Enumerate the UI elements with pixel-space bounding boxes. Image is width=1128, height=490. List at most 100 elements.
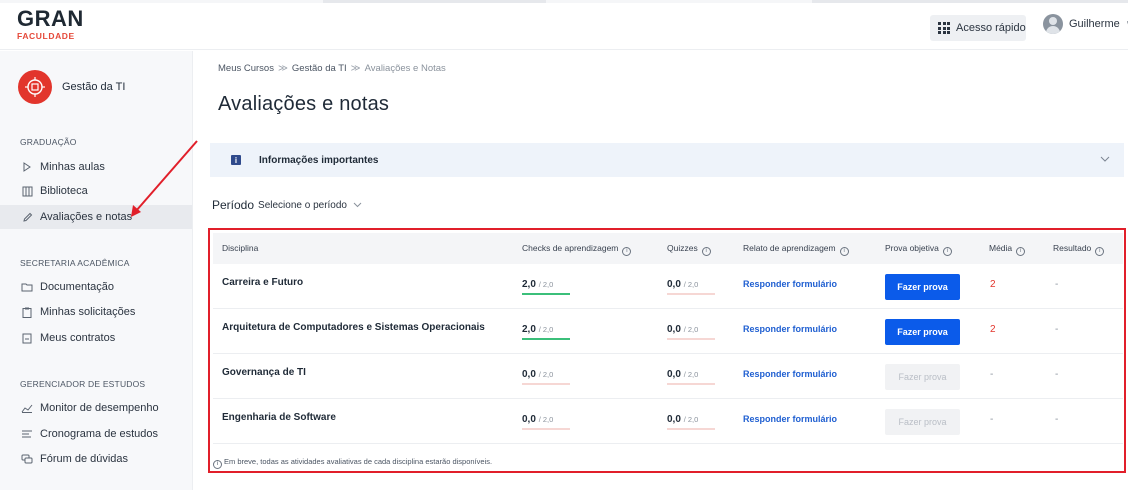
result-value: - [1055, 414, 1059, 425]
info-icon: i [231, 155, 241, 165]
help-icon[interactable]: i [1095, 247, 1105, 256]
chat-icon [21, 453, 33, 465]
sidebar-item-avaliacoes-e-notas[interactable]: Avaliações e notas [0, 205, 192, 229]
result-value: - [1055, 324, 1059, 335]
grades-table: Disciplina Checks de aprendizagem i Quizz… [208, 228, 1126, 473]
table-footnote: i Em breve, todas as atividades avaliativ… [213, 457, 492, 469]
header-resultado: Resultado i [1053, 243, 1105, 256]
discipline-name: Governança de TI [222, 367, 306, 378]
help-icon[interactable]: i [622, 247, 632, 256]
schedule-icon [21, 428, 33, 440]
folder-icon [21, 281, 33, 293]
quizzes-score: 0,0 / 2,0 [667, 369, 699, 380]
breadcrumb-gestao-da-ti[interactable]: Gestão da TI [292, 63, 347, 74]
sidebar-item-forum-de-duvidas[interactable]: Fórum de dúvidas [0, 447, 192, 471]
checks-progress-bar [522, 428, 570, 430]
table-row: Engenharia de Software 0,0 / 2,0 0,0 / 2… [213, 399, 1123, 444]
chevron-down-icon[interactable] [353, 200, 362, 210]
sidebar-item-minhas-solicitacoes[interactable]: Minhas solicitações [0, 300, 192, 324]
help-icon[interactable]: i [1016, 247, 1026, 256]
sidebar-item-label: Minhas aulas [40, 161, 105, 173]
checks-score: 2,0 / 2,0 [522, 324, 554, 335]
respond-form-link[interactable]: Responder formulário [743, 369, 837, 379]
sidebar-item-monitor-de-desempenho[interactable]: Monitor de desempenho [0, 396, 192, 420]
header-media: Média i [989, 243, 1026, 256]
respond-form-link[interactable]: Responder formulário [743, 414, 837, 424]
discipline-name: Engenharia de Software [222, 412, 336, 423]
quizzes-score: 0,0 / 2,0 [667, 279, 699, 290]
checks-progress-bar [522, 383, 570, 385]
discipline-name: Carreira e Futuro [222, 277, 304, 288]
quizzes-progress-bar [667, 383, 715, 385]
avatar-icon [1043, 14, 1063, 34]
sidebar-item-label: Fórum de dúvidas [40, 453, 129, 465]
checks-score: 0,0 / 2,0 [522, 414, 554, 425]
sidebar-item-label: Minhas solicitações [40, 306, 136, 318]
checks-progress-bar [522, 338, 570, 340]
gran-logo[interactable]: GRAN FACULDADE [17, 8, 84, 42]
section-title-graduacao: GRADUAÇÃO [20, 137, 77, 147]
checks-progress-bar [522, 293, 570, 295]
sidebar-item-label: Monitor de desempenho [40, 402, 159, 414]
section-title-secretaria: SECRETARIA ACADÊMICA [20, 258, 130, 268]
book-icon [21, 185, 33, 197]
help-icon[interactable]: i [701, 247, 711, 256]
header-quizzes: Quizzes i [667, 243, 711, 256]
period-filter: Período Selecione o período [212, 198, 362, 212]
take-exam-button[interactable]: Fazer prova [885, 274, 960, 300]
important-info-accordion[interactable]: i Informações importantes [210, 143, 1124, 177]
checks-score: 2,0 / 2,0 [522, 279, 554, 290]
help-icon[interactable]: i [942, 247, 952, 256]
quizzes-progress-bar [667, 428, 715, 430]
sidebar-item-meus-contratos[interactable]: Meus contratos [0, 326, 192, 350]
sidebar-item-label: Avaliações e notas [40, 211, 133, 223]
sidebar-item-minhas-aulas[interactable]: Minhas aulas [0, 155, 192, 179]
play-outline-icon [21, 161, 33, 173]
course-logo-icon [18, 70, 52, 104]
user-menu[interactable]: Guilherme ∨ [1043, 14, 1128, 34]
quizzes-progress-bar [667, 338, 715, 340]
header-relato: Relato de aprendizagem i [743, 243, 849, 256]
table-row: Arquitetura de Computadores e Sistemas O… [213, 309, 1123, 354]
sidebar-item-label: Cronograma de estudos [40, 428, 159, 440]
checks-score: 0,0 / 2,0 [522, 369, 554, 380]
sidebar-item-label: Meus contratos [40, 332, 116, 344]
breadcrumb-current: Avaliações e Notas [364, 63, 446, 74]
clipboard-icon [21, 306, 33, 318]
period-label: Período [212, 198, 255, 212]
quizzes-score: 0,0 / 2,0 [667, 324, 699, 335]
pencil-icon [21, 211, 33, 223]
course-name: Gestão da TI [62, 81, 126, 93]
logo-sub-text: FACULDADE [17, 31, 75, 41]
table-row: Carreira e Futuro 2,0 / 2,0 0,0 / 2,0 Re… [213, 264, 1123, 309]
respond-form-link[interactable]: Responder formulário [743, 279, 837, 289]
average-value: - [990, 414, 994, 425]
table-row: Governança de TI 0,0 / 2,0 0,0 / 2,0 Res… [213, 354, 1123, 399]
sidebar-item-label: Biblioteca [40, 185, 88, 197]
discipline-name: Arquitetura de Computadores e Sistemas O… [222, 322, 485, 333]
result-value: - [1055, 279, 1059, 290]
info-circle-icon: i [213, 460, 222, 469]
respond-form-link[interactable]: Responder formulário [743, 324, 837, 334]
page-title: Avaliações e notas [218, 93, 390, 115]
quick-access-button[interactable]: Acesso rápido [930, 15, 1026, 41]
result-value: - [1055, 369, 1059, 380]
take-exam-button[interactable]: Fazer prova [885, 319, 960, 345]
sidebar-item-documentacao[interactable]: Documentação [0, 275, 192, 299]
breadcrumb-separator: ≫ [350, 63, 361, 74]
table-header: Disciplina Checks de aprendizagem i Quizz… [213, 233, 1123, 264]
course-header[interactable]: Gestão da TI [18, 70, 125, 104]
period-select[interactable]: Selecione o período [258, 200, 347, 211]
document-icon [21, 332, 33, 344]
user-name: Guilherme [1069, 18, 1120, 30]
apps-grid-icon [938, 22, 950, 34]
help-icon[interactable]: i [839, 247, 849, 256]
section-title-gerenciador: GERENCIADOR DE ESTUDOS [20, 379, 146, 389]
breadcrumb-meus-cursos[interactable]: Meus Cursos [218, 63, 274, 74]
sidebar-item-cronograma-de-estudos[interactable]: Cronograma de estudos [0, 422, 192, 446]
top-header: GRAN FACULDADE Acesso rápido Guilherme ∨ [0, 0, 1128, 50]
average-value: - [990, 369, 994, 380]
sidebar-item-label: Documentação [40, 281, 114, 293]
take-exam-button-disabled: Fazer prova [885, 409, 960, 435]
sidebar-item-biblioteca[interactable]: Biblioteca [0, 179, 192, 203]
